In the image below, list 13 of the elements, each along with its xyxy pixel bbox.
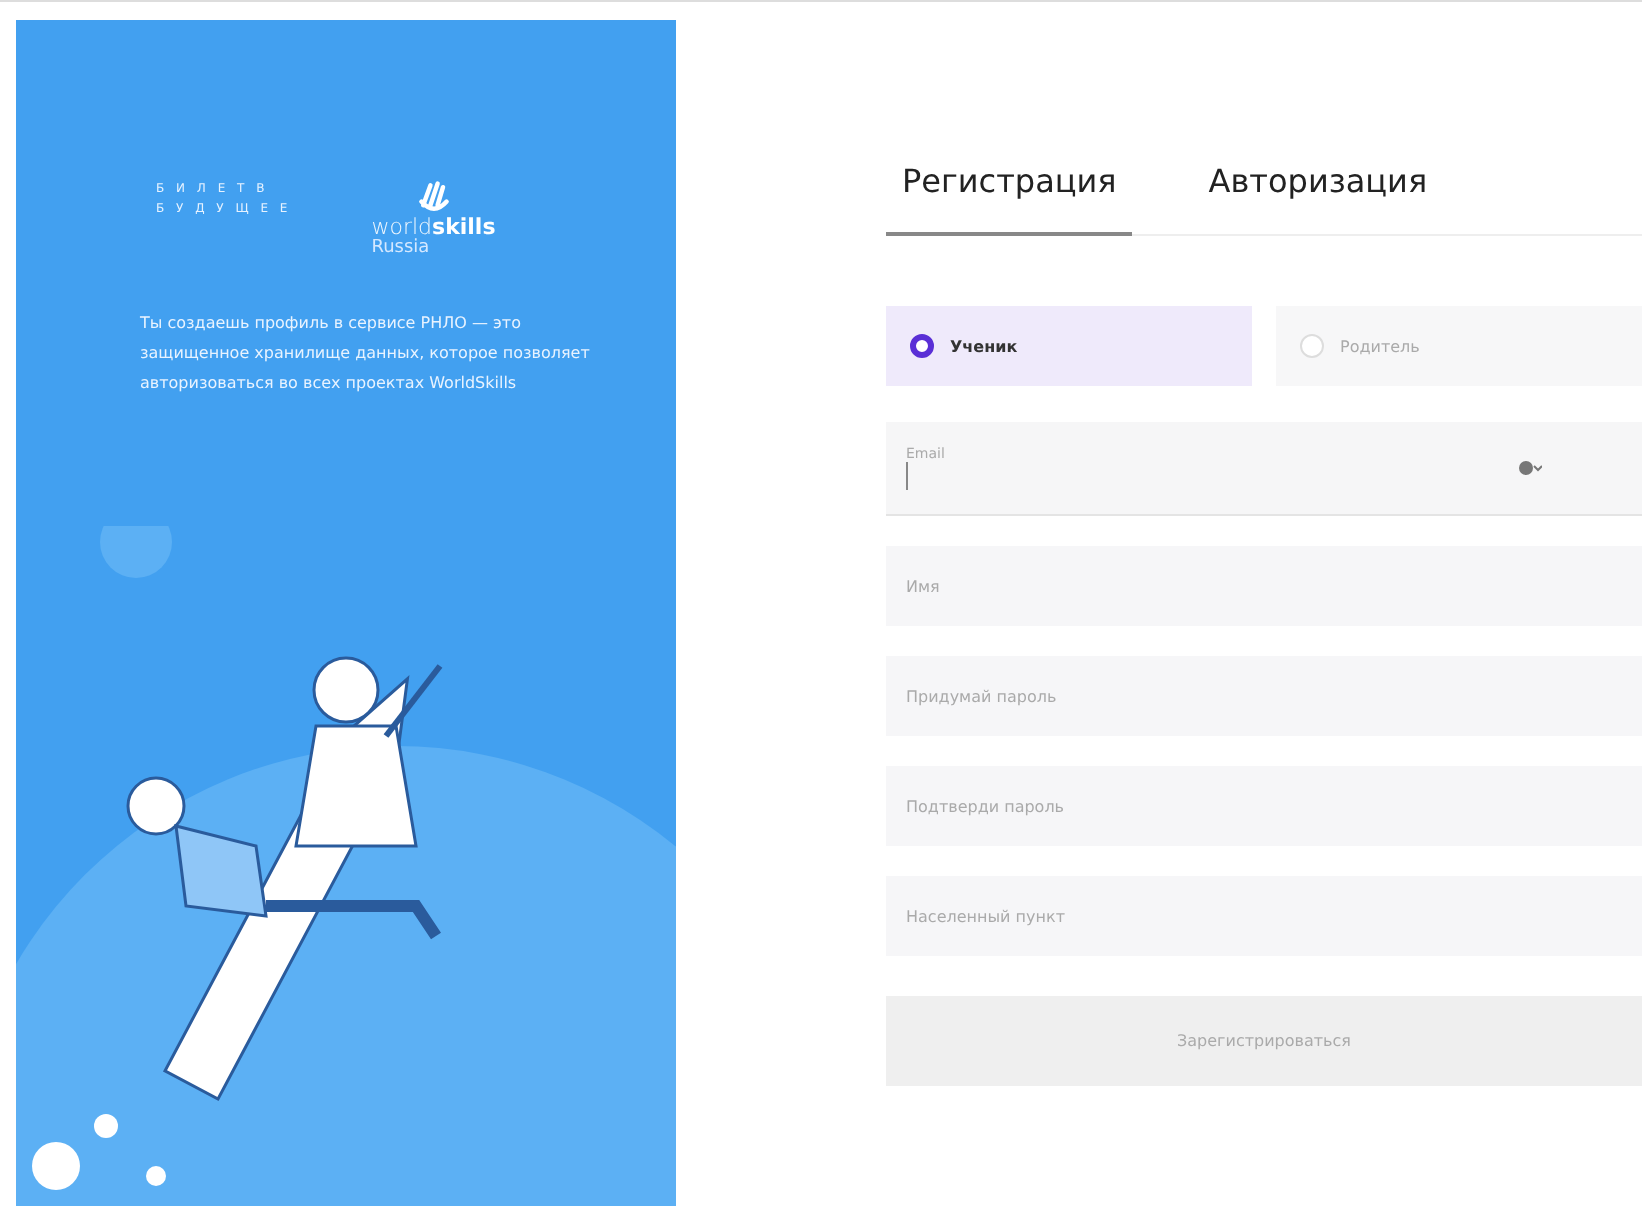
- input-field[interactable]: Населенный пункт: [886, 876, 1642, 956]
- role-option[interactable]: Ученик: [886, 306, 1252, 386]
- input-field[interactable]: Подтверди пароль: [886, 766, 1642, 846]
- dropdown-icon[interactable]: [1518, 460, 1542, 476]
- tab[interactable]: Авторизация: [1192, 142, 1444, 236]
- input-field[interactable]: Придумай пароль: [886, 656, 1642, 736]
- input-field[interactable]: Имя: [886, 546, 1642, 626]
- tab[interactable]: Регистрация: [886, 142, 1133, 236]
- radio-icon: [910, 334, 934, 358]
- brand-logo: worldskills Russia: [371, 216, 496, 260]
- hand-icon: [415, 180, 452, 216]
- promo-text: Ты создаешь профиль в сервисе РНЛО — это защищенное хранилище данных, которое позволяет авторизоваться во всех проектах WorldSkills: [138, 312, 592, 396]
- radio-icon: [1300, 334, 1324, 358]
